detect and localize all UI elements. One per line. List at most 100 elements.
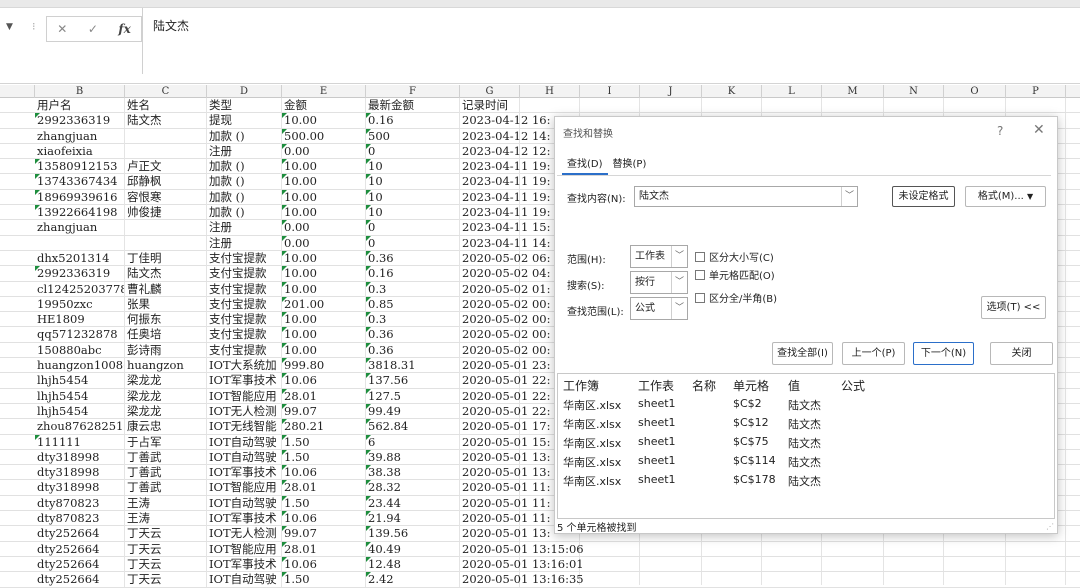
column-header-j[interactable]: J [640, 85, 702, 98]
cell-f31[interactable]: 12.48 [366, 556, 460, 572]
cell-f13[interactable]: 0.3 [366, 281, 460, 297]
col-header-workbook[interactable]: 工作簿 [563, 377, 599, 394]
result-cell[interactable]: sheet1 [638, 473, 676, 486]
cell-c16[interactable]: 任奥培 [125, 327, 207, 343]
cell-c18[interactable]: huangzon [125, 358, 207, 374]
cell-d9[interactable]: 注册 [207, 220, 282, 236]
column-header-b[interactable]: B [35, 85, 125, 98]
result-cell[interactable]: sheet1 [638, 454, 676, 467]
find-next-button[interactable]: 下一个(N) [913, 342, 974, 365]
select-all-corner[interactable] [0, 85, 35, 98]
cell-c28[interactable]: 王涛 [125, 511, 207, 527]
cell-c21[interactable]: 梁龙龙 [125, 403, 207, 419]
cell-e17[interactable]: 10.00 [282, 342, 366, 358]
result-cell[interactable]: $C$75 [733, 435, 769, 448]
cell-c20[interactable]: 梁龙龙 [125, 388, 207, 404]
match-width-checkbox[interactable]: 区分全/半角(B) [695, 290, 777, 305]
cell-f14[interactable]: 0.85 [366, 296, 460, 312]
cell-g25[interactable]: 2020-05-01 13: [460, 465, 550, 481]
cell-f1[interactable]: 最新金额 [366, 98, 460, 113]
column-header-o[interactable]: O [944, 85, 1006, 98]
cell-d29[interactable]: IOT无人检测 [207, 526, 282, 542]
cell-e27[interactable]: 1.50 [282, 495, 366, 511]
cell-g12[interactable]: 2020-05-02 04: [460, 266, 550, 282]
cell-g11[interactable]: 2020-05-02 06: [460, 250, 550, 266]
cell-b23[interactable]: 111111 [35, 434, 125, 450]
cell-c1[interactable]: 姓名 [125, 98, 207, 113]
cell-g16[interactable]: 2020-05-02 00: [460, 327, 550, 343]
cell-f7[interactable]: 10 [366, 189, 460, 205]
cell-c7[interactable]: 容恨寒 [125, 189, 207, 205]
cell-e2[interactable]: 10.00 [282, 113, 366, 129]
column-header-l[interactable]: L [762, 85, 822, 98]
cell-c22[interactable]: 康云忠 [125, 419, 207, 435]
cell-e21[interactable]: 99.07 [282, 403, 366, 419]
cell-b26[interactable]: dty318998 [35, 480, 125, 496]
column-header-d[interactable]: D [207, 85, 282, 98]
result-cell[interactable]: 华南区.xlsx [563, 397, 621, 413]
cell-c17[interactable]: 彭诗雨 [125, 342, 207, 358]
cell-e29[interactable]: 99.07 [282, 526, 366, 542]
cell-d15[interactable]: 支付宝提款 [207, 312, 282, 328]
cell-b28[interactable]: dty870823 [35, 511, 125, 527]
cell-d1[interactable]: 类型 [207, 98, 282, 113]
close-icon[interactable]: ✕ [1033, 122, 1045, 138]
cell-d20[interactable]: IOT智能应用 [207, 388, 282, 404]
cell-d31[interactable]: IOT军事技术 [207, 556, 282, 572]
cell-g27[interactable]: 2020-05-01 11: [460, 495, 550, 511]
cell-d2[interactable]: 提现 [207, 113, 282, 129]
find-previous-button[interactable]: 上一个(P) [842, 342, 905, 365]
cell-g30[interactable]: 2020-05-01 13:15:06 [460, 541, 584, 557]
column-header-c[interactable]: C [125, 85, 207, 98]
cell-c23[interactable]: 于占军 [125, 434, 207, 450]
column-header-g[interactable]: G [460, 85, 520, 98]
cell-d13[interactable]: 支付宝提款 [207, 281, 282, 297]
cell-b17[interactable]: 150880abc [35, 342, 125, 358]
cell-e16[interactable]: 10.00 [282, 327, 366, 343]
cell-c2[interactable]: 陆文杰 [125, 113, 207, 129]
cell-c14[interactable]: 张果 [125, 296, 207, 312]
column-header-p[interactable]: P [1006, 85, 1066, 98]
cell-d12[interactable]: 支付宝提款 [207, 266, 282, 282]
result-cell[interactable]: 陆文杰 [788, 435, 821, 451]
cell-e13[interactable]: 10.00 [282, 281, 366, 297]
formula-input[interactable]: 陆文杰 [142, 8, 1080, 74]
cell-d7[interactable]: 加款 () [207, 189, 282, 205]
cell-c10[interactable] [125, 235, 207, 251]
close-button[interactable]: 关闭 [990, 342, 1053, 365]
cell-f8[interactable]: 10 [366, 205, 460, 221]
search-select[interactable]: 按行 ﹀ [630, 271, 688, 294]
cell-b1[interactable]: 用户名 [35, 98, 125, 113]
cell-g8[interactable]: 2023-04-11 19: [460, 205, 550, 221]
cell-c5[interactable]: 卢正文 [125, 159, 207, 175]
result-cell[interactable]: 陆文杰 [788, 397, 821, 413]
cell-g19[interactable]: 2020-05-01 22: [460, 373, 550, 389]
cell-f27[interactable]: 23.44 [366, 495, 460, 511]
cell-f15[interactable]: 0.3 [366, 312, 460, 328]
cell-d3[interactable]: 加款 () [207, 128, 282, 144]
cell-f29[interactable]: 139.56 [366, 526, 460, 542]
cell-b16[interactable]: qq571232878 [35, 327, 125, 343]
result-cell[interactable]: 华南区.xlsx [563, 454, 621, 470]
cell-f6[interactable]: 10 [366, 174, 460, 190]
col-header-cell[interactable]: 单元格 [733, 377, 769, 394]
cell-e25[interactable]: 10.06 [282, 465, 366, 481]
cell-g23[interactable]: 2020-05-01 15: [460, 434, 550, 450]
cell-e6[interactable]: 10.00 [282, 174, 366, 190]
cell-f21[interactable]: 99.49 [366, 403, 460, 419]
result-cell[interactable]: 华南区.xlsx [563, 473, 621, 489]
cell-d18[interactable]: IOT大系统加 [207, 358, 282, 374]
cell-e5[interactable]: 10.00 [282, 159, 366, 175]
column-header-i[interactable]: I [580, 85, 640, 98]
result-cell[interactable]: sheet1 [638, 397, 676, 410]
cell-d10[interactable]: 注册 [207, 235, 282, 251]
cell-g10[interactable]: 2023-04-11 14: [460, 235, 550, 251]
col-header-value[interactable]: 值 [788, 377, 800, 394]
cell-d27[interactable]: IOT自动驾驶 [207, 495, 282, 511]
cell-d28[interactable]: IOT军事技术 [207, 511, 282, 527]
cell-f4[interactable]: 0 [366, 143, 460, 159]
cell-e10[interactable]: 0.00 [282, 235, 366, 251]
cell-f24[interactable]: 39.88 [366, 449, 460, 465]
cell-g4[interactable]: 2023-04-12 12: [460, 143, 550, 159]
match-cell-checkbox[interactable]: 单元格匹配(O) [695, 267, 775, 282]
